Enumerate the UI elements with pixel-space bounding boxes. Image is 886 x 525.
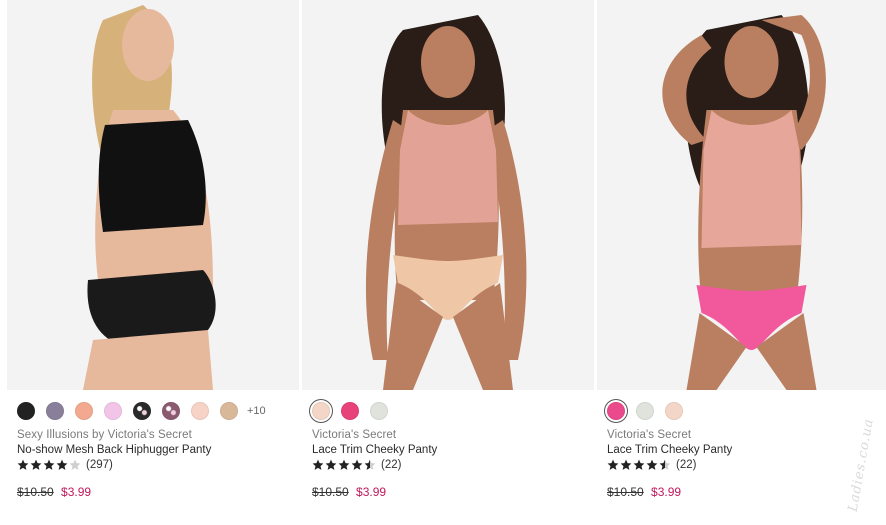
color-swatch[interactable] [607,402,625,420]
star-full-icon [325,459,337,470]
color-swatch[interactable] [75,402,93,420]
sale-price: $3.99 [356,485,387,499]
rating-stars [607,459,671,471]
product-rating: (22) [607,458,696,472]
product-grid: +10 Sexy Illusions by Victoria's Secret … [0,0,886,525]
product-brand: Victoria's Secret [312,429,397,441]
color-swatch[interactable] [341,402,359,420]
model-photo [302,0,594,390]
product-card[interactable]: +10 Sexy Illusions by Victoria's Secret … [7,0,299,525]
color-swatches: +10 [17,401,266,421]
product-brand: Victoria's Secret [607,429,692,441]
product-name[interactable]: No-show Mesh Back Hiphugger Panty [17,444,211,456]
product-rating: (22) [312,458,401,472]
model-photo [597,0,886,390]
product-rating: (297) [17,458,113,472]
price: $10.50 $3.99 [17,485,91,499]
sale-price: $3.99 [651,485,682,499]
color-swatch[interactable] [665,402,683,420]
color-swatch[interactable] [220,402,238,420]
star-full-icon [312,459,324,470]
product-card[interactable]: Victoria's Secret Lace Trim Cheeky Panty… [597,0,886,525]
star-half-icon [364,459,376,470]
star-empty-icon [69,459,81,470]
model-top [98,120,206,232]
rating-stars [17,459,81,471]
star-full-icon [56,459,68,470]
star-full-icon [646,459,658,470]
price: $10.50 $3.99 [312,485,386,499]
product-brand: Sexy Illusions by Victoria's Secret [17,429,192,441]
product-image[interactable] [7,0,299,390]
model-top [398,110,498,225]
model-top [701,110,802,248]
color-swatch[interactable] [104,402,122,420]
star-full-icon [43,459,55,470]
color-swatch[interactable] [46,402,64,420]
star-full-icon [351,459,363,470]
review-count[interactable]: (22) [381,459,401,471]
review-count[interactable]: (297) [86,459,113,471]
model-head [724,26,779,98]
watermark-text: Ladies.co.ua [845,417,877,513]
color-swatch[interactable] [162,402,180,420]
site-watermark: Ladies.co.ua [846,392,882,518]
color-swatches [312,401,399,421]
product-image[interactable] [597,0,886,390]
star-full-icon [633,459,645,470]
original-price: $10.50 [312,485,349,499]
star-full-icon [17,459,29,470]
star-full-icon [338,459,350,470]
model-head [122,9,174,81]
color-swatch[interactable] [17,402,35,420]
color-swatch[interactable] [133,402,151,420]
star-full-icon [607,459,619,470]
model-photo [7,0,299,390]
color-swatch[interactable] [370,402,388,420]
color-swatch[interactable] [191,402,209,420]
star-full-icon [30,459,42,470]
model-head [421,26,475,98]
product-name[interactable]: Lace Trim Cheeky Panty [607,444,732,456]
sale-price: $3.99 [61,485,92,499]
original-price: $10.50 [17,485,54,499]
product-name[interactable]: Lace Trim Cheeky Panty [312,444,437,456]
price: $10.50 $3.99 [607,485,681,499]
star-half-icon [659,459,671,470]
color-swatches [607,401,694,421]
color-swatch[interactable] [636,402,654,420]
product-card[interactable]: Victoria's Secret Lace Trim Cheeky Panty… [302,0,594,525]
review-count[interactable]: (22) [676,459,696,471]
product-image[interactable] [302,0,594,390]
color-swatch[interactable] [312,402,330,420]
star-full-icon [620,459,632,470]
original-price: $10.50 [607,485,644,499]
rating-stars [312,459,376,471]
more-colors-link[interactable]: +10 [247,405,266,417]
